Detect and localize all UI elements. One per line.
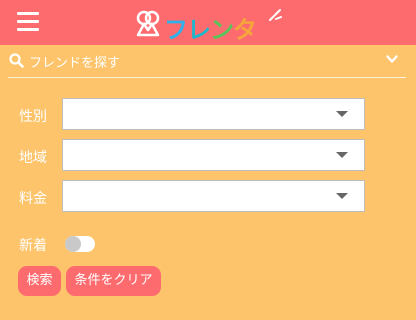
new-toggle[interactable] bbox=[65, 236, 95, 252]
fee-label: 料金 bbox=[19, 191, 47, 207]
new-label: 新着 bbox=[19, 238, 47, 254]
app-header: フレンタ bbox=[0, 0, 416, 45]
fee-select[interactable] bbox=[62, 180, 365, 212]
search-panel-toggle[interactable]: フレンドを探す bbox=[0, 45, 416, 75]
search-icon bbox=[9, 53, 24, 68]
logo-char: タ bbox=[233, 16, 257, 44]
clear-conditions-button[interactable]: 条件をクリア bbox=[66, 266, 161, 296]
divider bbox=[8, 77, 406, 78]
caret-down-icon bbox=[336, 193, 348, 199]
caret-down-icon bbox=[336, 111, 348, 117]
caret-down-icon bbox=[336, 152, 348, 158]
logo-char: フ bbox=[164, 16, 188, 44]
hamburger-icon[interactable] bbox=[17, 12, 39, 32]
chevron-down-icon[interactable] bbox=[386, 55, 398, 64]
gender-label: 性別 bbox=[19, 109, 47, 125]
search-panel-title: フレンドを探す bbox=[29, 56, 121, 71]
region-select[interactable] bbox=[62, 139, 365, 171]
toggle-knob bbox=[65, 236, 81, 252]
search-button[interactable]: 検索 bbox=[18, 266, 61, 296]
logo-char: レ bbox=[187, 16, 211, 44]
gender-select[interactable] bbox=[62, 98, 365, 130]
logo-char: ン bbox=[210, 16, 234, 44]
logo-wordmark: フレンタ bbox=[164, 10, 257, 45]
app-logo[interactable]: フレンタ bbox=[134, 8, 282, 44]
sparkle-icon bbox=[269, 9, 282, 21]
logo-mark-icon bbox=[136, 10, 160, 37]
region-label: 地域 bbox=[19, 150, 47, 166]
